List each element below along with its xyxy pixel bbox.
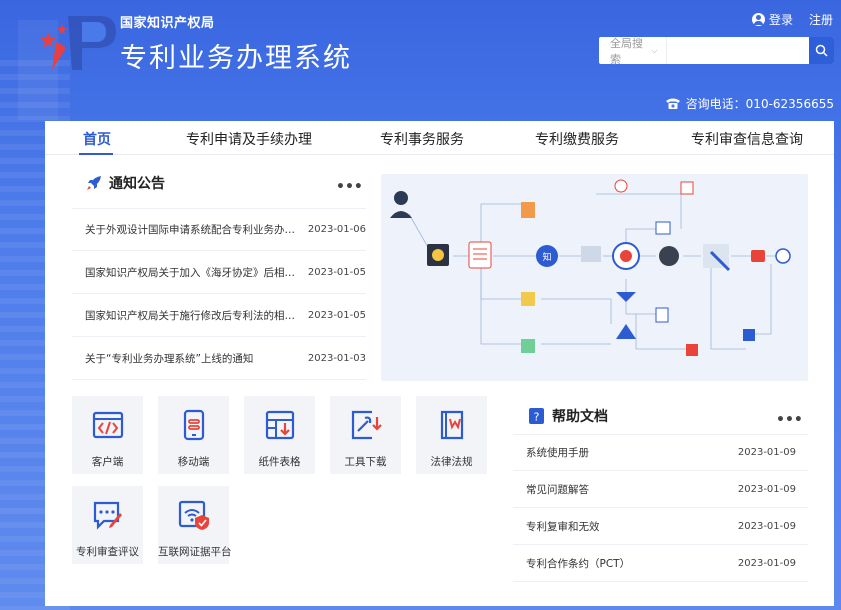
comment-pen-icon xyxy=(93,501,122,530)
notice-item-date: 2023-01-05 xyxy=(307,309,366,321)
law-book-icon xyxy=(440,410,463,440)
notice-list: 关于外观设计国际申请系统配合专利业务办理系统上线的通知 2023-01-06 国… xyxy=(72,208,366,380)
notice-item-title: 国家知识产权局关于施行修改后专利法的相关审查业务处理暂行办法 xyxy=(85,309,305,322)
help-item-date: 2023-01-09 xyxy=(737,447,796,458)
tool-client[interactable]: 客户端 xyxy=(72,396,143,474)
register-link[interactable]: 注册 xyxy=(809,11,833,28)
help-item-date: 2023-01-09 xyxy=(737,557,796,569)
notice-item[interactable]: 关于外观设计国际申请系统配合专利业务办理系统上线的通知 2023-01-06 xyxy=(72,208,366,251)
tool-label: 客户端 xyxy=(91,456,124,468)
help-item-date: 2023-01-09 xyxy=(737,483,796,495)
main-panel: 首页 专利申请及手续办理 专利事务服务 专利缴费服务 专利审查信息查询 通知公告… xyxy=(45,121,834,606)
tool-internet-evidence[interactable]: 互联网证据平台 xyxy=(158,486,232,564)
notice-title: 通知公告 xyxy=(109,176,165,192)
help-title: 帮助文档 xyxy=(552,409,608,425)
nav-active-indicator xyxy=(79,153,113,155)
login-label: 登录 xyxy=(768,13,793,27)
notice-more-button[interactable]: ••• xyxy=(336,179,363,195)
notice-item-date: 2023-01-06 xyxy=(307,224,366,235)
auth-links: 登录 注册 xyxy=(751,11,833,28)
chevron-down-icon: ⌵ xyxy=(651,45,658,55)
help-item[interactable]: 系统使用手册 2023-01-09 xyxy=(513,434,808,471)
tool-paper-forms[interactable]: 纸件表格 xyxy=(244,396,315,474)
help-header: ? 帮助文档 xyxy=(528,406,608,426)
tool-review-comments[interactable]: 专利审查评议 xyxy=(72,486,143,564)
login-link[interactable]: 登录 xyxy=(751,11,793,28)
search-button[interactable] xyxy=(808,37,834,64)
tool-mobile[interactable]: 移动端 xyxy=(158,396,229,474)
notice-item[interactable]: 关于“专利业务办理系统”上线的通知 2023-01-03 xyxy=(72,337,366,380)
notice-item[interactable]: 国家知识产权局关于施行修改后专利法的相关审查业务处理暂行办法 2023-01-0… xyxy=(72,294,366,337)
patent-process-flow-diagram: 知 xyxy=(381,174,808,381)
notice-item-date: 2023-01-05 xyxy=(307,266,366,278)
help-item-title: 常见问题解答 xyxy=(526,483,589,496)
search-input[interactable] xyxy=(665,37,809,64)
global-search: 全局搜索 ⌵ xyxy=(599,36,834,66)
help-item[interactable]: 专利合作条约（PCT） 2023-01-09 xyxy=(513,545,808,582)
help-item-date: 2023-01-09 xyxy=(737,520,796,532)
table-download-icon xyxy=(265,410,294,440)
tool-label: 法律法规 xyxy=(430,456,473,468)
system-name: 专利业务办理系统 xyxy=(120,43,352,74)
mobile-icon xyxy=(183,409,204,441)
nav-examination-query[interactable]: 专利审查信息查询 xyxy=(691,129,803,149)
notice-item-title: 关于外观设计国际申请系统配合专利业务办理系统上线的通知 xyxy=(85,224,305,236)
cnipa-logo xyxy=(40,16,116,70)
notice-header: 通知公告 xyxy=(85,173,165,193)
tool-laws[interactable]: 法律法规 xyxy=(416,396,487,474)
notice-item-title: 关于“专利业务办理系统”上线的通知 xyxy=(85,352,254,365)
help-list: 系统使用手册 2023-01-09 常见问题解答 2023-01-09 专利复审… xyxy=(513,434,808,582)
code-window-icon xyxy=(92,411,123,439)
tool-label: 工具下载 xyxy=(344,456,387,468)
help-item-title: 专利合作条约（PCT） xyxy=(526,557,631,570)
notice-item-date: 2023-01-03 xyxy=(307,352,366,364)
nav-patent-application[interactable]: 专利申请及手续办理 xyxy=(186,129,312,149)
nav-home[interactable]: 首页 xyxy=(83,129,111,149)
hotline-text: 咨询电话：010-62356655 xyxy=(685,97,834,111)
phone-icon xyxy=(665,98,680,109)
nav-patent-payment[interactable]: 专利缴费服务 xyxy=(535,129,619,149)
user-icon xyxy=(751,13,765,26)
search-icon xyxy=(815,44,828,57)
wifi-shield-icon xyxy=(178,500,209,530)
help-more-button[interactable]: ••• xyxy=(776,412,803,428)
svg-text:知: 知 xyxy=(542,251,551,263)
nav-patent-affairs[interactable]: 专利事务服务 xyxy=(380,129,464,149)
main-nav: 首页 专利申请及手续办理 专利事务服务 专利缴费服务 专利审查信息查询 xyxy=(45,121,834,155)
tool-label: 纸件表格 xyxy=(258,456,301,468)
notice-item-title: 国家知识产权局关于加入《海牙协定》后相关业务办理的公告 xyxy=(85,266,305,279)
search-scope-select[interactable]: 全局搜索 ⌵ xyxy=(599,36,666,66)
svg-text:?: ? xyxy=(534,411,540,424)
notice-item[interactable]: 国家知识产权局关于加入《海牙协定》后相关业务办理的公告 2023-01-05 xyxy=(72,251,366,294)
hotline: 咨询电话：010-62356655 xyxy=(665,95,834,112)
tool-download-icon xyxy=(351,410,382,440)
rocket-icon xyxy=(87,176,101,190)
help-item[interactable]: 常见问题解答 2023-01-09 xyxy=(513,471,808,508)
search-scope-label: 全局搜索 xyxy=(610,36,643,66)
tool-label: 专利审查评议 xyxy=(76,546,139,558)
tool-download[interactable]: 工具下载 xyxy=(330,396,401,474)
tool-label: 移动端 xyxy=(177,456,210,468)
help-item[interactable]: 专利复审和无效 2023-01-09 xyxy=(513,508,808,545)
help-item-title: 专利复审和无效 xyxy=(526,520,600,533)
tool-label: 互联网证据平台 xyxy=(158,546,232,558)
org-name: 国家知识产权局 xyxy=(120,16,215,31)
help-item-title: 系统使用手册 xyxy=(526,447,589,459)
help-document-icon: ? xyxy=(529,408,544,424)
